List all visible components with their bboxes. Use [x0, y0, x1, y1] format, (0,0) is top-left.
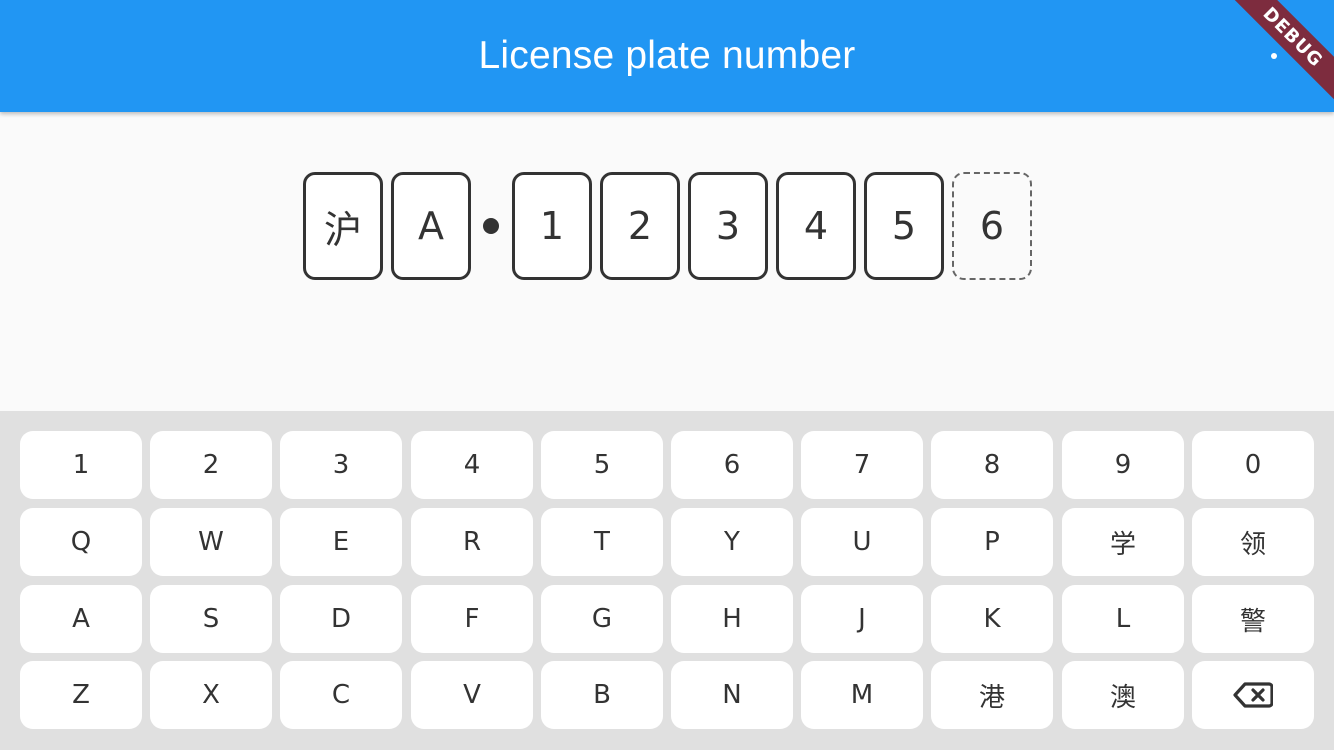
key[interactable]: 5: [541, 431, 663, 499]
plate-separator-dot: [483, 218, 499, 234]
key[interactable]: 1: [20, 431, 142, 499]
key[interactable]: Z: [20, 661, 142, 729]
backspace-key[interactable]: [1192, 661, 1314, 729]
plate-char-digit-1[interactable]: 1: [512, 172, 592, 280]
key[interactable]: 0: [1192, 431, 1314, 499]
plate-char-digit-5[interactable]: 5: [864, 172, 944, 280]
plate-char-digit-4[interactable]: 4: [776, 172, 856, 280]
key[interactable]: 9: [1062, 431, 1184, 499]
app-bar: License plate number: [0, 0, 1334, 112]
key[interactable]: B: [541, 661, 663, 729]
key[interactable]: D: [280, 585, 402, 653]
key[interactable]: K: [931, 585, 1053, 653]
key[interactable]: 7: [801, 431, 923, 499]
key[interactable]: C: [280, 661, 402, 729]
key[interactable]: L: [1062, 585, 1184, 653]
key[interactable]: P: [931, 508, 1053, 576]
key[interactable]: 警: [1192, 585, 1314, 653]
key[interactable]: 领: [1192, 508, 1314, 576]
keyboard-row-2: Q W E R T Y U P 学 领: [20, 508, 1314, 576]
license-plate-display: 沪 A 1 2 3 4 5 6: [303, 172, 1040, 280]
plate-char-new-energy[interactable]: 6: [952, 172, 1032, 280]
plate-keyboard: 1 2 3 4 5 6 7 8 9 0 Q W E R T Y U P 学 领 …: [0, 411, 1334, 750]
key[interactable]: G: [541, 585, 663, 653]
key[interactable]: V: [411, 661, 533, 729]
key[interactable]: T: [541, 508, 663, 576]
key[interactable]: W: [150, 508, 272, 576]
key[interactable]: F: [411, 585, 533, 653]
key[interactable]: S: [150, 585, 272, 653]
plate-char-letter[interactable]: A: [391, 172, 471, 280]
key[interactable]: N: [671, 661, 793, 729]
key[interactable]: 澳: [1062, 661, 1184, 729]
plate-char-digit-2[interactable]: 2: [600, 172, 680, 280]
key[interactable]: 3: [280, 431, 402, 499]
key[interactable]: R: [411, 508, 533, 576]
plate-char-province[interactable]: 沪: [303, 172, 383, 280]
key[interactable]: 港: [931, 661, 1053, 729]
key[interactable]: E: [280, 508, 402, 576]
key[interactable]: H: [671, 585, 793, 653]
key[interactable]: 2: [150, 431, 272, 499]
key[interactable]: U: [801, 508, 923, 576]
key[interactable]: A: [20, 585, 142, 653]
key[interactable]: 6: [671, 431, 793, 499]
keyboard-row-digits: 1 2 3 4 5 6 7 8 9 0: [20, 431, 1314, 499]
key[interactable]: 学: [1062, 508, 1184, 576]
plate-char-digit-3[interactable]: 3: [688, 172, 768, 280]
keyboard-row-3: A S D F G H J K L 警: [20, 585, 1314, 653]
backspace-icon: [1233, 682, 1273, 708]
keyboard-row-4: Z X C V B N M 港 澳: [20, 661, 1314, 729]
dot-icon: [1271, 53, 1277, 59]
key[interactable]: Q: [20, 508, 142, 576]
key[interactable]: M: [801, 661, 923, 729]
key[interactable]: J: [801, 585, 923, 653]
key[interactable]: 4: [411, 431, 533, 499]
key[interactable]: X: [150, 661, 272, 729]
key[interactable]: Y: [671, 508, 793, 576]
key[interactable]: 8: [931, 431, 1053, 499]
page-title: License plate number: [478, 34, 856, 77]
